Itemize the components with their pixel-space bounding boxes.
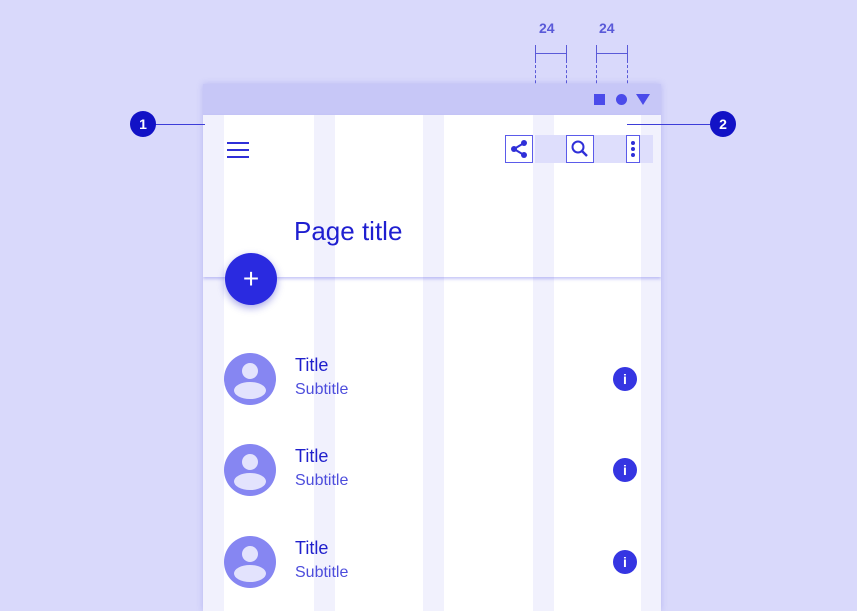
search-icon	[571, 140, 588, 157]
add-button[interactable]: +	[225, 253, 277, 305]
avatar-head	[242, 454, 258, 470]
spacing-bar-2	[596, 53, 627, 54]
list-item-title: Title	[295, 538, 329, 558]
spacing-label-2: 24	[599, 20, 615, 36]
list-item-title: Title	[295, 355, 329, 375]
callout-2: 2	[710, 111, 736, 137]
list-item[interactable]: Title Subtitle i	[203, 444, 661, 514]
column-guide	[314, 115, 335, 277]
phone-frame: Page title + Title Subtitle i Title Subt…	[203, 84, 661, 611]
more-vert-icon	[631, 141, 635, 157]
share-icon	[511, 140, 527, 158]
share-button[interactable]	[505, 135, 533, 163]
info-icon[interactable]: i	[613, 458, 637, 482]
info-icon[interactable]: i	[613, 367, 637, 391]
column-guide	[423, 115, 444, 277]
menu-icon-bar	[227, 142, 249, 144]
spacing-tick-1a	[535, 45, 536, 61]
avatar-head	[242, 363, 258, 379]
menu-icon-bar	[227, 156, 249, 158]
list-item[interactable]: Title Subtitle i	[203, 536, 661, 606]
list-item-title: Title	[295, 446, 329, 466]
status-square-icon	[594, 94, 605, 105]
account-icon	[224, 536, 276, 588]
column-guide	[203, 115, 224, 277]
status-circle-icon	[616, 94, 627, 105]
callout-1-leader	[155, 124, 205, 125]
spacing-tick-2a	[596, 45, 597, 61]
spacing-bar-1	[535, 53, 566, 54]
avatar-body	[234, 473, 266, 490]
callout-2-leader	[627, 124, 712, 125]
callout-1: 1	[130, 111, 156, 137]
list-item-subtitle: Subtitle	[295, 472, 349, 489]
account-icon	[224, 444, 276, 496]
page-title: Page title	[294, 216, 403, 246]
avatar-body	[234, 565, 266, 582]
account-icon	[224, 353, 276, 405]
avatar-head	[242, 546, 258, 562]
status-triangle-icon	[636, 94, 650, 105]
add-icon: +	[242, 263, 260, 294]
avatar-body	[234, 382, 266, 399]
list-item-subtitle: Subtitle	[295, 381, 349, 398]
menu-icon-bar	[227, 149, 249, 151]
spec-canvas: 24 24 Page title + Title Subtitle i Titl…	[0, 0, 857, 611]
spacing-label-1: 24	[539, 20, 555, 36]
menu-icon[interactable]	[227, 142, 249, 158]
search-button[interactable]	[566, 135, 594, 163]
more-options-button[interactable]	[626, 135, 640, 163]
status-bar	[203, 84, 661, 115]
spacing-tick-2b	[627, 45, 628, 61]
spacing-tick-1b	[566, 45, 567, 61]
list-item-subtitle: Subtitle	[295, 564, 349, 581]
list-item[interactable]: Title Subtitle i	[203, 353, 661, 423]
info-icon[interactable]: i	[613, 550, 637, 574]
